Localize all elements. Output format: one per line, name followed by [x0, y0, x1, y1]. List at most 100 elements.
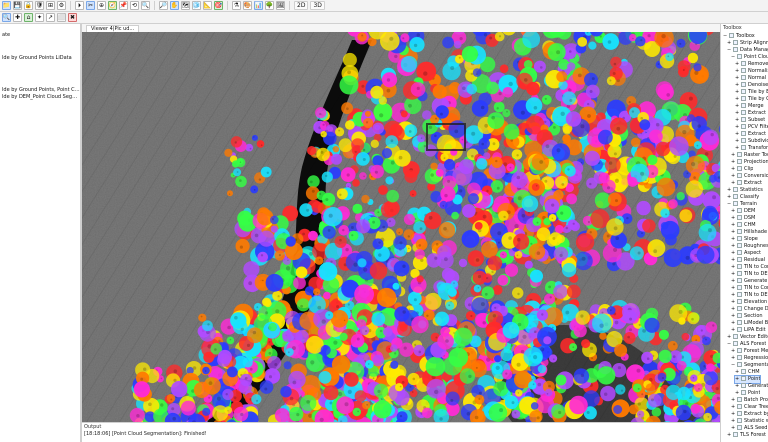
toolbox-item[interactable]: +Vector Editor: [727, 334, 768, 341]
toolbox-item[interactable]: +TIN to DEM: [731, 292, 768, 299]
toolbox-item[interactable]: + Residual: [731, 257, 765, 264]
toolbar-icon-5[interactable]: ⚙: [57, 1, 66, 10]
secondary-toolbar-icon-3[interactable]: ✦: [35, 13, 44, 22]
toolbox-item[interactable]: + CHM: [735, 369, 760, 376]
toolbox-item[interactable]: + Hillshade: [731, 229, 767, 236]
toolbox-item[interactable]: + Normal: [735, 75, 766, 82]
toolbox-item[interactable]: + Denoise: [735, 82, 768, 89]
toolbox-item[interactable]: − Terrain: [727, 201, 757, 208]
tab-viewer[interactable]: Viewer 4|Pic ud...: [86, 25, 140, 32]
toolbox-item[interactable]: +LiModel Bu: [731, 320, 768, 327]
toolbox-item[interactable]: + Statistic w: [731, 418, 768, 425]
toolbox-item[interactable]: +TIN to DEM: [731, 271, 768, 278]
toolbox-item[interactable]: + Subset: [735, 117, 765, 124]
toolbox-item[interactable]: +Batch Process: [731, 397, 768, 404]
toolbar-icon-18[interactable]: 🎯: [214, 1, 223, 10]
toolbox-item[interactable]: + Classify: [727, 194, 759, 201]
toolbox-item[interactable]: +Conversion: [731, 173, 768, 180]
tree-segment: [435, 168, 444, 177]
toolbox-item[interactable]: +Raster Tools: [731, 152, 768, 159]
left-panel-row[interactable]: ate: [2, 31, 80, 39]
toolbox-item[interactable]: +PCV Filter: [735, 124, 768, 131]
left-panel-row[interactable]: lde by Ground Points LiData: [2, 54, 80, 62]
toolbox-item[interactable]: −Point Cloud: [731, 54, 768, 61]
toolbox-item[interactable]: + LiPA Edit: [731, 327, 766, 334]
toolbox-item[interactable]: +Normalize: [735, 68, 768, 75]
toolbox-item[interactable]: +TIN to Contour: [731, 264, 768, 271]
secondary-toolbar-icon-4[interactable]: ↗: [46, 13, 55, 22]
toolbar-icon-1[interactable]: 💾: [13, 1, 22, 10]
toolbox-item[interactable]: + Extract by: [731, 411, 768, 418]
toolbox-item[interactable]: + Clear Tree: [731, 404, 768, 411]
toolbox-item[interactable]: + Section: [731, 313, 763, 320]
toolbar-icon-9[interactable]: 🧭: [108, 1, 117, 10]
toolbox-item[interactable]: +Change Det: [731, 306, 768, 313]
toggle-2d-button[interactable]: 2D: [294, 1, 309, 10]
toolbox-item[interactable]: +Tile by Extent: [735, 89, 768, 96]
toolbar-icon-16[interactable]: 🧊: [192, 1, 201, 10]
secondary-toolbar-icon-2[interactable]: ⌂: [24, 13, 33, 22]
toolbar-icon-19[interactable]: ⚗: [232, 1, 241, 10]
toolbox-item[interactable]: −Segmentation: [731, 362, 768, 369]
toolbox-item[interactable]: + Clip: [731, 166, 753, 173]
toolbox-item-label: Point: [748, 390, 761, 396]
left-panel-row[interactable]: lde by DEM_Point Cloud Segmentation.L: [2, 93, 80, 101]
toolbar-icon-3[interactable]: 🛡: [35, 1, 44, 10]
toolbar-icon-14[interactable]: ✋: [170, 1, 179, 10]
toolbox-item[interactable]: + Remove: [735, 61, 768, 68]
toolbox-item[interactable]: +Transform: [735, 145, 768, 152]
toolbox-item[interactable]: + Aspect: [731, 250, 761, 257]
toolbox-item[interactable]: +Tile by Count: [735, 96, 768, 103]
toolbox-item[interactable]: + TLS Forest: [727, 432, 766, 439]
toolbox-item[interactable]: + Merge: [735, 103, 764, 110]
toolbar-icon-11[interactable]: ⟲: [130, 1, 139, 10]
toolbar-icon-15[interactable]: 🗺: [181, 1, 190, 10]
toolbox-item[interactable]: +Regression: [731, 355, 768, 362]
toolbox-item[interactable]: +Roughness: [731, 243, 768, 250]
toolbox-item[interactable]: + Statistics: [727, 187, 763, 194]
toolbar-icon-13[interactable]: 🔎: [159, 1, 168, 10]
toolbox-item[interactable]: +Strip Alignment: [727, 40, 768, 47]
secondary-toolbar-icon-1[interactable]: ✚: [13, 13, 22, 22]
secondary-toolbar-icon-6[interactable]: ✖: [68, 13, 77, 22]
toolbar-icon-22[interactable]: 🌳: [265, 1, 274, 10]
toolbar-icon-12[interactable]: 🔍: [141, 1, 150, 10]
secondary-toolbar-icon-5[interactable]: ⬜: [57, 13, 66, 22]
toolbox-item[interactable]: + Slope: [731, 236, 758, 243]
toolbox-item[interactable]: + Point: [733, 375, 762, 384]
toolbar-icon-4[interactable]: ⊞: [46, 1, 55, 10]
toolbox-item[interactable]: +ALS Seed E: [731, 425, 768, 432]
secondary-toolbar-icon-0[interactable]: 🔍: [2, 13, 11, 22]
toolbar-icon-6[interactable]: ⏵: [75, 1, 84, 10]
point-cloud-view[interactable]: [82, 32, 721, 422]
toolbar-icon-20[interactable]: 🎨: [243, 1, 252, 10]
toolbox-item[interactable]: + Extract: [731, 180, 762, 187]
toolbar-icon-21[interactable]: 📊: [254, 1, 263, 10]
toolbox-item[interactable]: + DEM: [731, 208, 755, 215]
toolbox-item[interactable]: −Data Management: [727, 47, 768, 54]
toolbox-item[interactable]: + Extract: [735, 131, 766, 138]
toolbar-icon-0[interactable]: 📁: [2, 1, 11, 10]
toolbox-item[interactable]: − Toolbox: [723, 33, 755, 40]
toolbox-item[interactable]: + Projection: [731, 159, 768, 166]
toolbox-item[interactable]: + CHM: [731, 222, 756, 229]
toolbar-icon-17[interactable]: 📐: [203, 1, 212, 10]
toolbar-icon-2[interactable]: 🔒: [24, 1, 33, 10]
toolbox-item[interactable]: + DSM: [731, 215, 755, 222]
toolbox-item[interactable]: +Generate: [735, 383, 768, 390]
toolbox-item[interactable]: +Subdivide: [735, 138, 768, 145]
toolbox-item[interactable]: +Forest Metrics: [731, 348, 768, 355]
toolbar-icon-8[interactable]: ⊕: [97, 1, 106, 10]
toolbar-icon-10[interactable]: 📌: [119, 1, 128, 10]
toolbox-item[interactable]: +TIN to Cont: [731, 285, 768, 292]
tree-shadow: [173, 369, 178, 374]
toolbar-icon-7[interactable]: ✂: [86, 1, 95, 10]
toolbox-item[interactable]: +Generate: [731, 278, 767, 285]
toolbox-item[interactable]: + Elevation: [731, 299, 767, 306]
toolbox-item[interactable]: + Point: [735, 390, 760, 397]
toolbox-item[interactable]: + Extract: [735, 110, 766, 117]
toggle-3d-button[interactable]: 3D: [310, 1, 325, 10]
point-cloud-canvas[interactable]: [82, 32, 721, 422]
toolbar-icon-23[interactable]: 🖼: [276, 1, 285, 10]
toolbox-item[interactable]: − ALS Forest: [727, 341, 766, 348]
